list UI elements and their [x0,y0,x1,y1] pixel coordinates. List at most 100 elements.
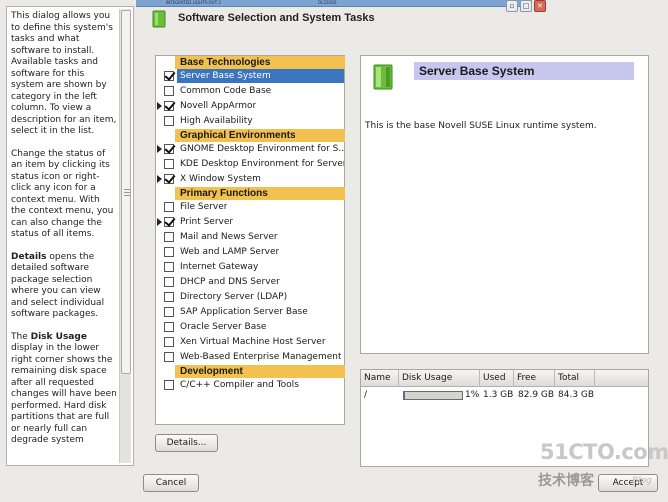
help-scrollbar[interactable] [119,9,131,463]
list-item[interactable]: Novell AppArmor [156,99,344,113]
list-item-label: Web-Based Enterprise Management [180,352,342,362]
status-checkbox[interactable] [164,352,174,362]
help-paragraph-details: Details opens the detailed software pack… [11,251,105,320]
status-checkbox[interactable] [164,86,174,96]
status-checkbox[interactable] [164,202,174,212]
list-item-label: Print Server [180,217,234,227]
description-title: Server Base System [414,62,634,80]
list-item[interactable]: Oracle Server Base [156,320,344,334]
status-checkbox[interactable] [164,116,174,126]
cancel-button[interactable]: Cancel [143,474,199,492]
list-item-label: File Server [180,202,228,212]
arrow-marker-icon [157,145,162,153]
disk-usage-percent: 1% [465,390,480,400]
list-item-label: SAP Application Server Base [180,307,308,317]
window-title-strip: INTEGRATED LIGHTS-OUT 2 DL320G6 [136,0,532,7]
list-item-label: KDE Desktop Environment for Server [180,159,344,169]
status-checkbox[interactable] [164,159,174,169]
list-item-label: Novell AppArmor [180,101,257,111]
table-row[interactable]: / 1% 1.3 GB 82.9 GB 84.3 GB [361,388,648,402]
category-heading-graphical: Graphical Environments [175,129,345,142]
list-item-label: DHCP and DNS Server [180,277,280,287]
list-item-label: High Availability [180,116,253,126]
package-icon [373,64,393,90]
disk-free: 82.9 GB [518,390,555,400]
close-button[interactable]: ✕ [534,0,546,12]
disk-usage-header: Name Disk Usage Used Free Total [361,370,648,387]
category-heading-primary: Primary Functions [175,187,345,200]
strip-right-label: DL320G6 [318,0,337,5]
list-item[interactable]: KDE Desktop Environment for Server [156,157,344,171]
page-title: Software Selection and System Tasks [178,12,375,24]
list-item-label: Directory Server (LDAP) [180,292,288,302]
list-item[interactable]: Server Base System [156,69,344,83]
status-checkbox[interactable] [164,292,174,302]
status-checkbox[interactable] [164,217,174,227]
help-paragraph-disk: The Disk Usage display in the lower righ… [11,331,117,446]
list-item-label: Internet Gateway [180,262,259,272]
help-paragraph: Change the status of an item by clicking… [11,148,114,240]
disk-usage-bar [403,391,463,400]
column-header-total[interactable]: Total [555,370,595,387]
arrow-marker-icon [157,102,162,110]
list-item[interactable]: Internet Gateway [156,260,344,274]
category-heading-base: Base Technologies [175,56,345,69]
list-item[interactable]: Print Server [156,215,344,229]
category-heading-development: Development [175,365,345,378]
list-item[interactable]: DHCP and DNS Server [156,275,344,289]
status-checkbox[interactable] [164,144,174,154]
accept-button[interactable]: Accept [598,474,658,492]
status-checkbox[interactable] [164,277,174,287]
list-item[interactable]: X Window System [156,172,344,186]
list-item-label: Common Code Base [180,86,272,96]
list-item[interactable]: Web and LAMP Server [156,245,344,259]
list-item[interactable]: Mail and News Server [156,230,344,244]
status-checkbox[interactable] [164,247,174,257]
list-item[interactable]: SAP Application Server Base [156,305,344,319]
list-item[interactable]: GNOME Desktop Environment for S... [156,142,344,156]
arrow-marker-icon [157,218,162,226]
disk-total: 84.3 GB [558,390,595,400]
description-text: This is the base Novell SUSE Linux runti… [365,121,597,131]
window-controls: ▫ □ ✕ [506,0,546,14]
help-paragraph: This dialog allows you to define this sy… [11,11,117,136]
list-item[interactable]: Xen Virtual Machine Host Server [156,335,344,349]
description-pane: Server Base System This is the base Nove… [360,55,649,354]
arrow-marker-icon [157,175,162,183]
status-checkbox[interactable] [164,262,174,272]
status-checkbox[interactable] [164,380,174,390]
list-item[interactable]: C/C++ Compiler and Tools [156,378,344,392]
list-item[interactable]: Directory Server (LDAP) [156,290,344,304]
status-checkbox[interactable] [164,71,174,81]
disk-usage-fill [404,392,405,399]
status-checkbox[interactable] [164,322,174,332]
help-text: This dialog allows you to define this sy… [11,11,117,463]
list-item-label: Mail and News Server [180,232,278,242]
help-scrollbar-thumb[interactable] [121,10,131,374]
status-checkbox[interactable] [164,174,174,184]
list-item[interactable]: Common Code Base [156,84,344,98]
pattern-list: Base Technologies Graphical Environments… [155,55,345,425]
list-item-label: Server Base System [180,71,271,81]
disk-used: 1.3 GB [483,390,514,400]
status-checkbox[interactable] [164,101,174,111]
column-header-used[interactable]: Used [480,370,514,387]
column-header-disk-usage[interactable]: Disk Usage [399,370,480,387]
minimize-button[interactable]: ▫ [506,0,518,12]
status-checkbox[interactable] [164,337,174,347]
package-icon [152,10,166,28]
list-item[interactable]: File Server [156,200,344,214]
column-header-free[interactable]: Free [514,370,555,387]
list-item-label: Web and LAMP Server [180,247,280,257]
status-checkbox[interactable] [164,307,174,317]
details-button[interactable]: Details... [155,434,218,452]
list-item-label: C/C++ Compiler and Tools [180,380,299,390]
list-item[interactable]: Web-Based Enterprise Management [156,350,344,364]
list-item-label: Oracle Server Base [180,322,267,332]
list-item[interactable]: High Availability [156,114,344,128]
maximize-button[interactable]: □ [520,0,532,12]
column-header-name[interactable]: Name [361,370,399,387]
list-item-label: GNOME Desktop Environment for S... [180,144,344,154]
list-item-label: Xen Virtual Machine Host Server [180,337,326,347]
status-checkbox[interactable] [164,232,174,242]
